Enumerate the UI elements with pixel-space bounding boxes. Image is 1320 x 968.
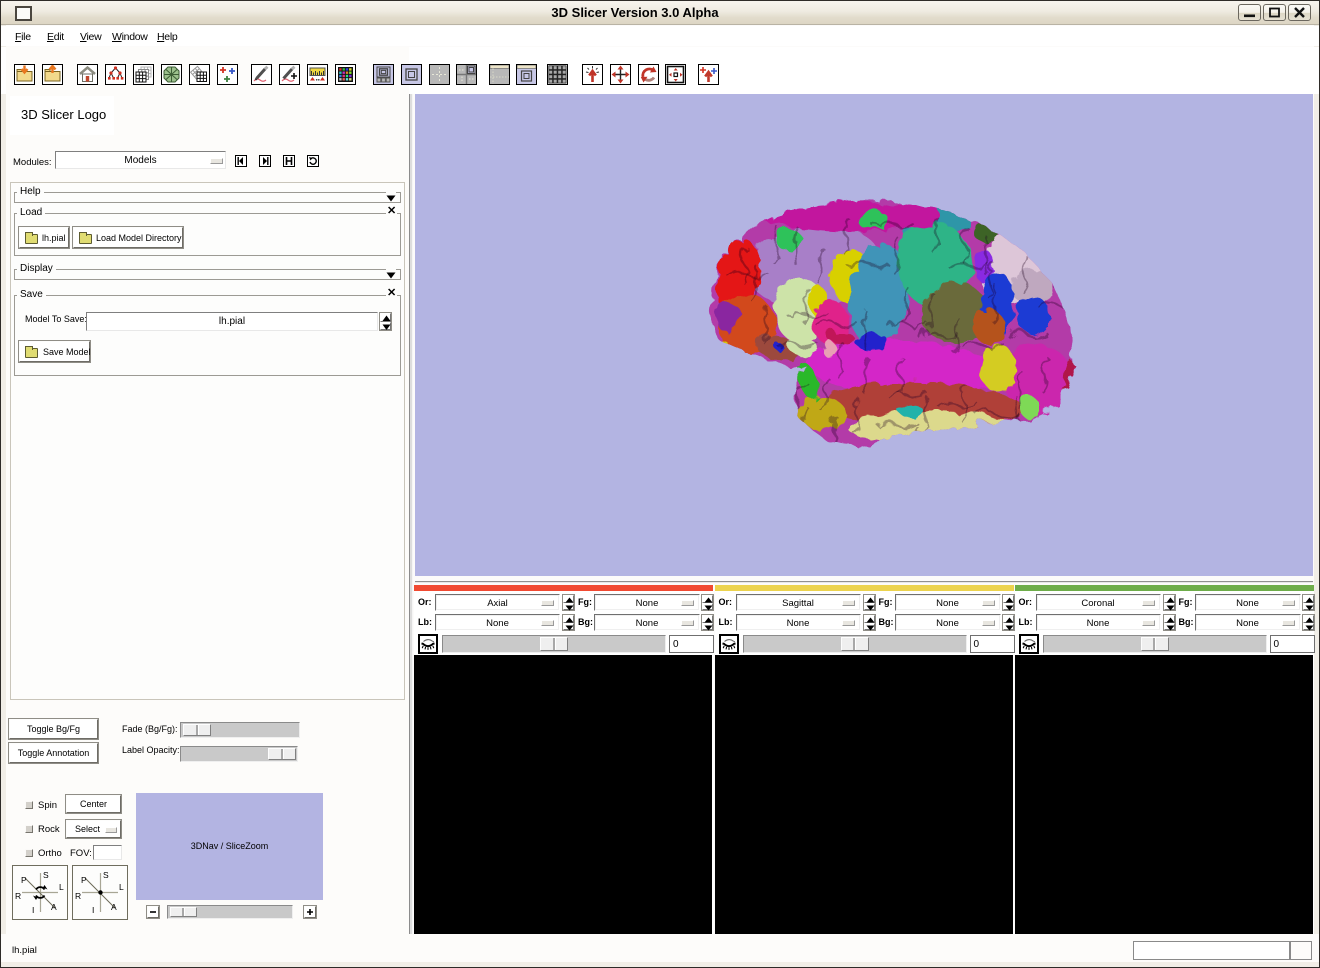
svg-text:R: R [15,891,21,901]
svg-text:I: I [92,905,94,915]
svg-text:P: P [21,875,27,885]
svg-text:A: A [51,902,57,912]
svg-text:R: R [75,891,81,901]
svg-text:A: A [111,902,117,912]
svg-text:I: I [32,905,34,915]
svg-text:S: S [43,870,49,880]
svg-text:L: L [119,882,124,892]
svg-text:P: P [81,875,87,885]
svg-text:L: L [59,882,64,892]
svg-text:S: S [103,870,109,880]
